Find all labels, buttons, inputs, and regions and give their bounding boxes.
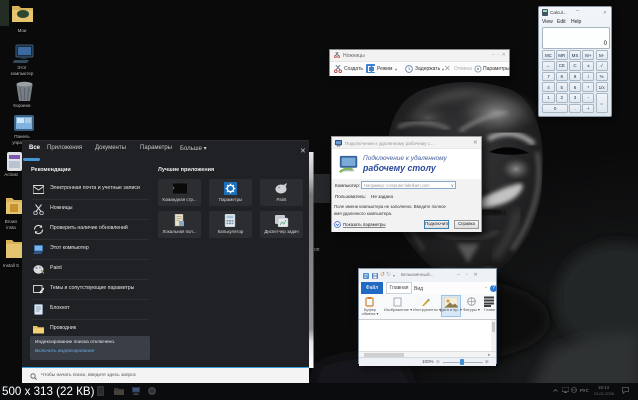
svg-text:оп: оп bbox=[314, 247, 320, 253]
